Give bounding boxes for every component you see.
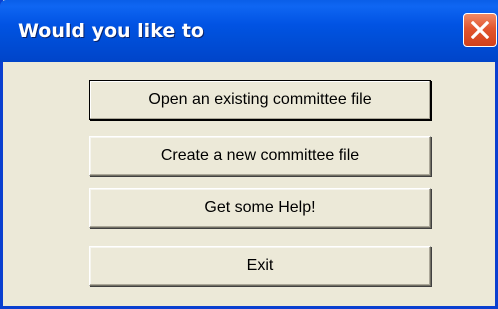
window-title: Would you like to bbox=[18, 20, 204, 42]
title-bar[interactable]: Would you like to bbox=[0, 0, 498, 62]
dialog-content: Open an existing committee file Create a… bbox=[3, 62, 495, 306]
dialog-window: Would you like to Open an existing commi… bbox=[0, 0, 498, 309]
open-existing-file-button[interactable]: Open an existing committee file bbox=[89, 80, 431, 120]
create-new-file-button[interactable]: Create a new committee file bbox=[89, 136, 431, 176]
exit-button[interactable]: Exit bbox=[89, 246, 431, 286]
get-help-button[interactable]: Get some Help! bbox=[89, 188, 431, 228]
close-button[interactable] bbox=[463, 13, 497, 47]
close-icon bbox=[471, 21, 489, 39]
